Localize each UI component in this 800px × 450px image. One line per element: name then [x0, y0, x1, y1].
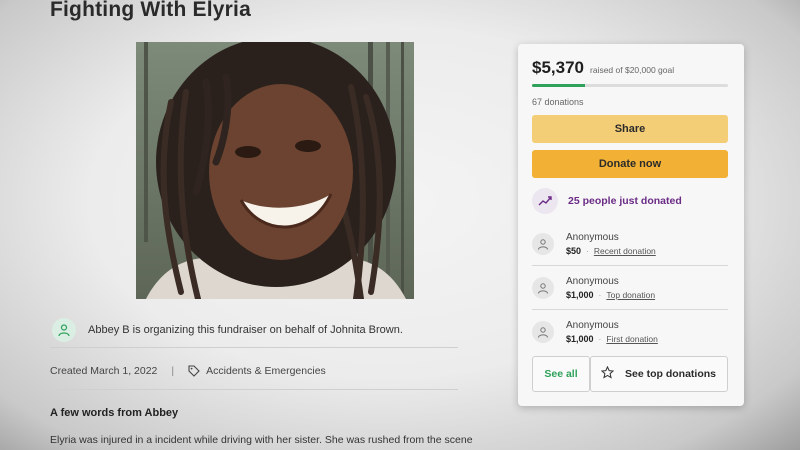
- donate-now-button[interactable]: Donate now: [532, 150, 728, 178]
- just-donated-text: 25 people just donated: [568, 195, 682, 207]
- donor-name: Anonymous: [566, 231, 619, 243]
- meta-divider: |: [171, 364, 175, 377]
- donor-dot: ·: [586, 245, 589, 256]
- donor-list: Anonymous $50 · Recent donation Anonymous: [532, 222, 730, 354]
- donations-count: 67 donations: [532, 97, 584, 107]
- donor-row: Anonymous $1,000 · Top donation: [532, 266, 728, 310]
- goal-text: raised of $20,000 goal: [590, 65, 675, 75]
- organizer-text: Abbey B is organizing this fundraiser on…: [88, 323, 403, 336]
- donor-avatar-icon: [532, 276, 554, 299]
- donor-avatar-icon: [532, 321, 554, 343]
- see-top-donations-label: See top donations: [624, 367, 716, 380]
- donor-row: Anonymous $50 · Recent donation: [532, 222, 728, 266]
- amount-raised: $5,370: [532, 58, 584, 77]
- just-donated-row: 25 people just donated: [532, 188, 730, 214]
- meta-row: Created March 1, 2022 | Accidents & Emer…: [50, 352, 458, 390]
- progress-fill: [532, 84, 585, 87]
- donor-name: Anonymous: [566, 320, 619, 331]
- story-text: Elyria was injured in a incident while d…: [50, 434, 473, 446]
- fundraiser-page: Fighting With Elyria Abbey B is organizi…: [0, 0, 800, 450]
- user-heart-icon: [52, 317, 76, 342]
- campaign-photo: [136, 42, 414, 299]
- category-link[interactable]: Accidents & Emergencies: [206, 365, 326, 377]
- share-button[interactable]: Share: [532, 115, 728, 143]
- created-date: Created March 1, 2022: [50, 364, 158, 377]
- donation-card: $5,370 raised of $20,000 goal 67 donatio…: [518, 44, 744, 406]
- bottom-buttons: See all See top donations: [532, 356, 728, 392]
- raised-row: $5,370 raised of $20,000 goal: [532, 58, 730, 78]
- story-heading: A few words from Abbey: [50, 407, 179, 419]
- donor-avatar-icon: [532, 232, 554, 255]
- donor-name: Anonymous: [566, 275, 619, 287]
- page-title: Fighting With Elyria: [50, 0, 251, 21]
- trending-up-icon: [532, 188, 558, 214]
- donor-dot: ·: [598, 289, 602, 300]
- donor-type-link[interactable]: First donation: [606, 334, 658, 344]
- donor-amount: $1,000: [566, 334, 594, 344]
- progress-bar: [532, 84, 728, 87]
- tag-icon: [188, 364, 200, 377]
- donor-type-link[interactable]: Top donation: [606, 290, 655, 300]
- organizer-row: Abbey B is organizing this fundraiser on…: [50, 312, 458, 348]
- donor-amount: $50: [566, 245, 582, 256]
- star-icon: [600, 365, 615, 382]
- see-top-donations-button[interactable]: See top donations: [590, 356, 728, 392]
- donor-type-link[interactable]: Recent donation: [594, 246, 656, 256]
- see-all-button[interactable]: See all: [532, 356, 590, 392]
- donor-row: Anonymous $1,000 · First donation: [532, 310, 728, 354]
- donor-amount: $1,000: [566, 289, 594, 300]
- donor-dot: ·: [598, 334, 602, 344]
